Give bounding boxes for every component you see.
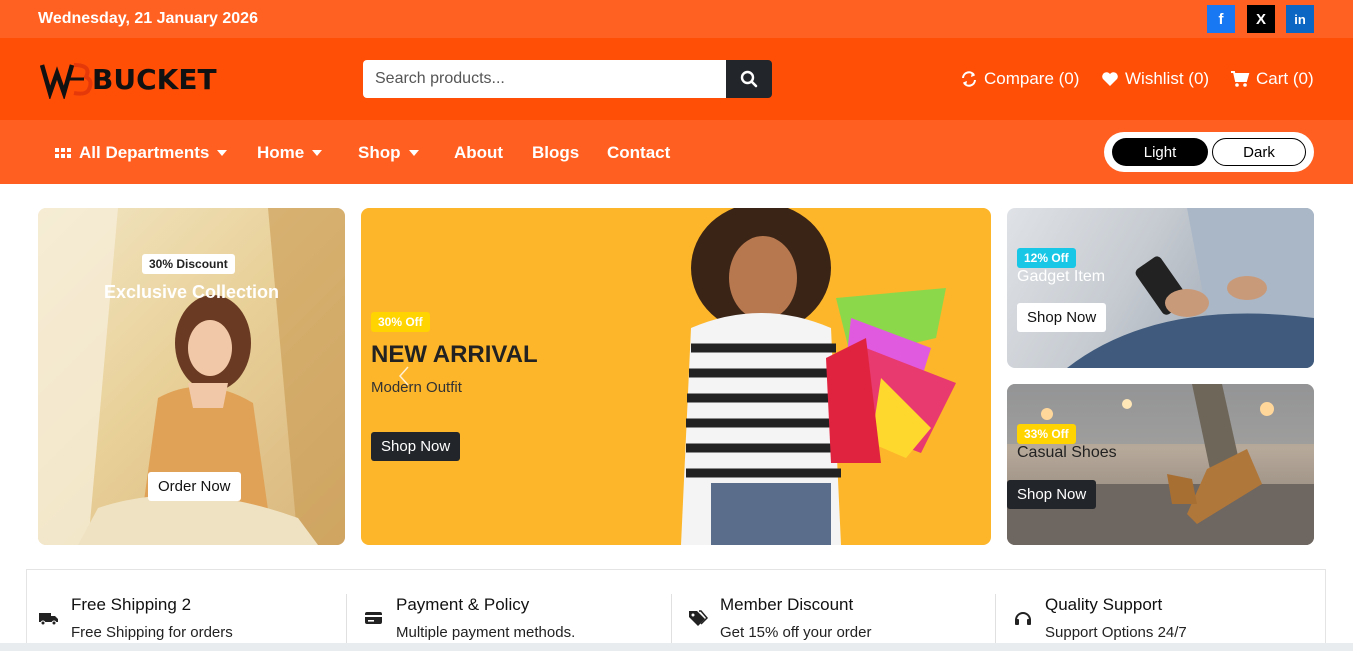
search-icon: [740, 70, 758, 88]
top-bar: Wednesday, 21 January 2026 f X in: [0, 0, 1353, 38]
theme-light-button[interactable]: Light: [1112, 138, 1208, 166]
chevron-down-icon: [312, 150, 323, 156]
nav-all-departments[interactable]: All Departments: [55, 143, 228, 163]
nav-all-departments-label: All Departments: [79, 143, 210, 162]
hero-title: NEW ARRIVAL: [371, 341, 538, 368]
shop-now-button[interactable]: Shop Now: [371, 432, 461, 461]
chevron-down-icon: [408, 150, 419, 156]
nav-contact[interactable]: Contact: [607, 143, 670, 163]
nav-home-label: Home: [257, 143, 305, 162]
credit-card-icon: [365, 612, 382, 624]
nav-shop[interactable]: Shop: [358, 143, 419, 163]
site-logo[interactable]: BUCKET: [39, 58, 217, 101]
feature-subtitle: Free Shipping for orders: [71, 624, 233, 641]
search-input[interactable]: [363, 60, 726, 98]
search-bar: [363, 60, 772, 98]
feature-subtitle: Multiple payment methods.: [396, 624, 576, 641]
headset-icon: [1015, 612, 1031, 625]
banner-exclusive-collection[interactable]: 30% Discount Exclusive Collection Order …: [38, 208, 345, 545]
main-header: BUCKET Compare (0) Wishlist (0): [0, 38, 1353, 120]
banner-title: Casual Shoes: [1017, 444, 1117, 461]
feature-member-discount: Member Discount Get 15% off your order: [676, 570, 996, 651]
gadget-photo: [1067, 208, 1314, 368]
x-icon[interactable]: X: [1247, 5, 1275, 33]
cart-link[interactable]: Cart (0): [1230, 69, 1314, 89]
order-now-button[interactable]: Order Now: [148, 472, 241, 501]
banner-title: Exclusive Collection: [103, 282, 280, 302]
prev-slide-arrow-icon[interactable]: [398, 366, 409, 386]
theme-toggle: Light Dark: [1104, 132, 1314, 172]
wishlist-link[interactable]: Wishlist (0): [1101, 69, 1209, 89]
tags-icon: [689, 610, 708, 626]
logo-mark-icon: [39, 59, 96, 101]
feature-free-shipping: Free Shipping 2 Free Shipping for orders: [27, 570, 347, 651]
feature-subtitle: Get 15% off your order: [720, 624, 872, 641]
hero-subtitle: Modern Outfit: [371, 379, 462, 396]
cart-label: Cart (0): [1256, 69, 1314, 88]
feature-subtitle: Support Options 24/7: [1045, 624, 1187, 641]
main-nav: All Departments Home Shop About Blogs Co…: [0, 120, 1353, 184]
discount-badge: 33% Off: [1017, 424, 1076, 444]
nav-shop-label: Shop: [358, 143, 401, 162]
banner-casual-shoes[interactable]: 33% Off Casual Shoes Shop Now: [1007, 384, 1314, 545]
compare-label: Compare (0): [984, 69, 1080, 88]
current-date: Wednesday, 21 January 2026: [38, 10, 258, 27]
facebook-icon[interactable]: f: [1207, 5, 1235, 33]
logo-text: BUCKET: [92, 62, 217, 96]
hero-model-photo: [681, 208, 956, 545]
cart-icon: [1231, 71, 1250, 87]
compare-link[interactable]: Compare (0): [960, 69, 1079, 89]
nav-home[interactable]: Home: [257, 143, 323, 163]
chevron-down-icon: [217, 150, 228, 156]
shoes-photo: [1007, 384, 1314, 545]
linkedin-icon[interactable]: in: [1286, 5, 1314, 33]
nav-about[interactable]: About: [454, 143, 503, 163]
truck-icon: [39, 613, 58, 626]
search-button[interactable]: [726, 60, 772, 98]
feature-title: Payment & Policy: [396, 595, 530, 614]
features-bar: Free Shipping 2 Free Shipping for orders…: [26, 569, 1326, 651]
shop-now-button[interactable]: Shop Now: [1007, 480, 1097, 509]
feature-title: Member Discount: [720, 595, 854, 614]
compare-icon: [962, 71, 976, 87]
hero-banner[interactable]: 30% Off NEW ARRIVAL Modern Outfit Shop N…: [361, 208, 991, 545]
grid-icon: [55, 148, 71, 158]
discount-badge: 12% Off: [1017, 248, 1076, 268]
feature-payment-policy: Payment & Policy Multiple payment method…: [352, 570, 672, 651]
discount-badge: 30% Discount: [142, 254, 235, 274]
os-taskbar: [0, 643, 1353, 651]
feature-quality-support: Quality Support Support Options 24/7: [1001, 570, 1321, 651]
discount-badge: 30% Off: [371, 312, 430, 332]
heart-icon: [1102, 72, 1118, 86]
shop-now-button[interactable]: Shop Now: [1017, 303, 1107, 332]
theme-dark-button[interactable]: Dark: [1212, 138, 1306, 166]
banner-title: Gadget Item: [1017, 268, 1106, 285]
nav-blogs[interactable]: Blogs: [532, 143, 579, 163]
wishlist-label: Wishlist (0): [1125, 69, 1210, 88]
banner-gadget-item[interactable]: 12% Off Gadget Item Shop Now: [1007, 208, 1314, 368]
feature-title: Free Shipping 2: [71, 595, 192, 614]
feature-title: Quality Support: [1045, 595, 1163, 614]
